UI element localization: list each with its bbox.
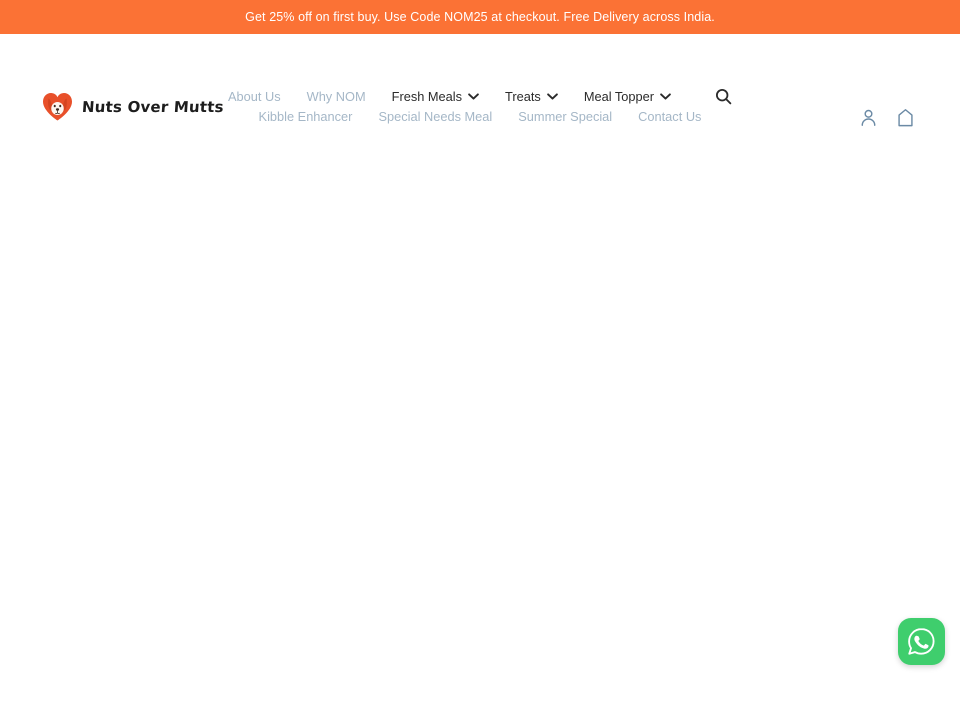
whatsapp-chat-button[interactable] [898,618,945,665]
site-header: Nuts Over Mutts About Us Why NOM Fresh M… [0,34,960,127]
whatsapp-icon [908,628,935,655]
promo-banner-text: Get 25% off on first buy. Use Code NOM25… [245,9,715,24]
nav-item-label: Kibble Enhancer [258,109,353,124]
nav-item-fresh-meals[interactable]: Fresh Meals [392,88,479,105]
nav-item-label: Treats [505,89,541,104]
search-button[interactable] [715,88,732,105]
nav-item-meal-topper[interactable]: Meal Topper [584,88,671,105]
nav-item-summer-special[interactable]: Summer Special [518,108,612,125]
page-content-area [0,102,960,720]
header-actions [860,108,914,127]
chevron-down-icon [660,93,671,100]
nav-item-kibble-enhancer[interactable]: Kibble Enhancer [259,108,353,125]
cart-bag-icon [898,109,913,127]
chevron-down-icon [468,93,479,100]
nav-item-label: About Us [227,89,281,104]
cart-button[interactable] [897,108,914,127]
nav-item-contact-us[interactable]: Contact Us [638,108,701,125]
nav-row-primary: About Us Why NOM Fresh Meals Treats Meal… [228,88,732,105]
nav-item-label: Why NOM [306,89,366,104]
nav-item-label: Special Needs Meal [378,109,493,124]
nav-item-label: Contact Us [638,109,702,124]
account-icon [861,109,876,126]
nav-item-about-us[interactable]: About Us [228,88,281,105]
nav-item-treats[interactable]: Treats [505,88,558,105]
main-navigation: About Us Why NOM Fresh Meals Treats Meal… [0,88,960,125]
search-icon [716,88,732,105]
nav-item-label: Meal Topper [583,89,655,104]
chevron-down-icon [546,93,558,100]
nav-item-label: Fresh Meals [391,89,463,104]
nav-item-why-nom[interactable]: Why NOM [307,88,366,105]
account-button[interactable] [860,108,877,127]
nav-item-label: Summer Special [518,109,613,124]
promo-banner: Get 25% off on first buy. Use Code NOM25… [0,0,960,34]
nav-row-secondary: Kibble Enhancer Special Needs Meal Summe… [259,108,702,125]
nav-item-special-needs-meal[interactable]: Special Needs Meal [378,108,492,125]
